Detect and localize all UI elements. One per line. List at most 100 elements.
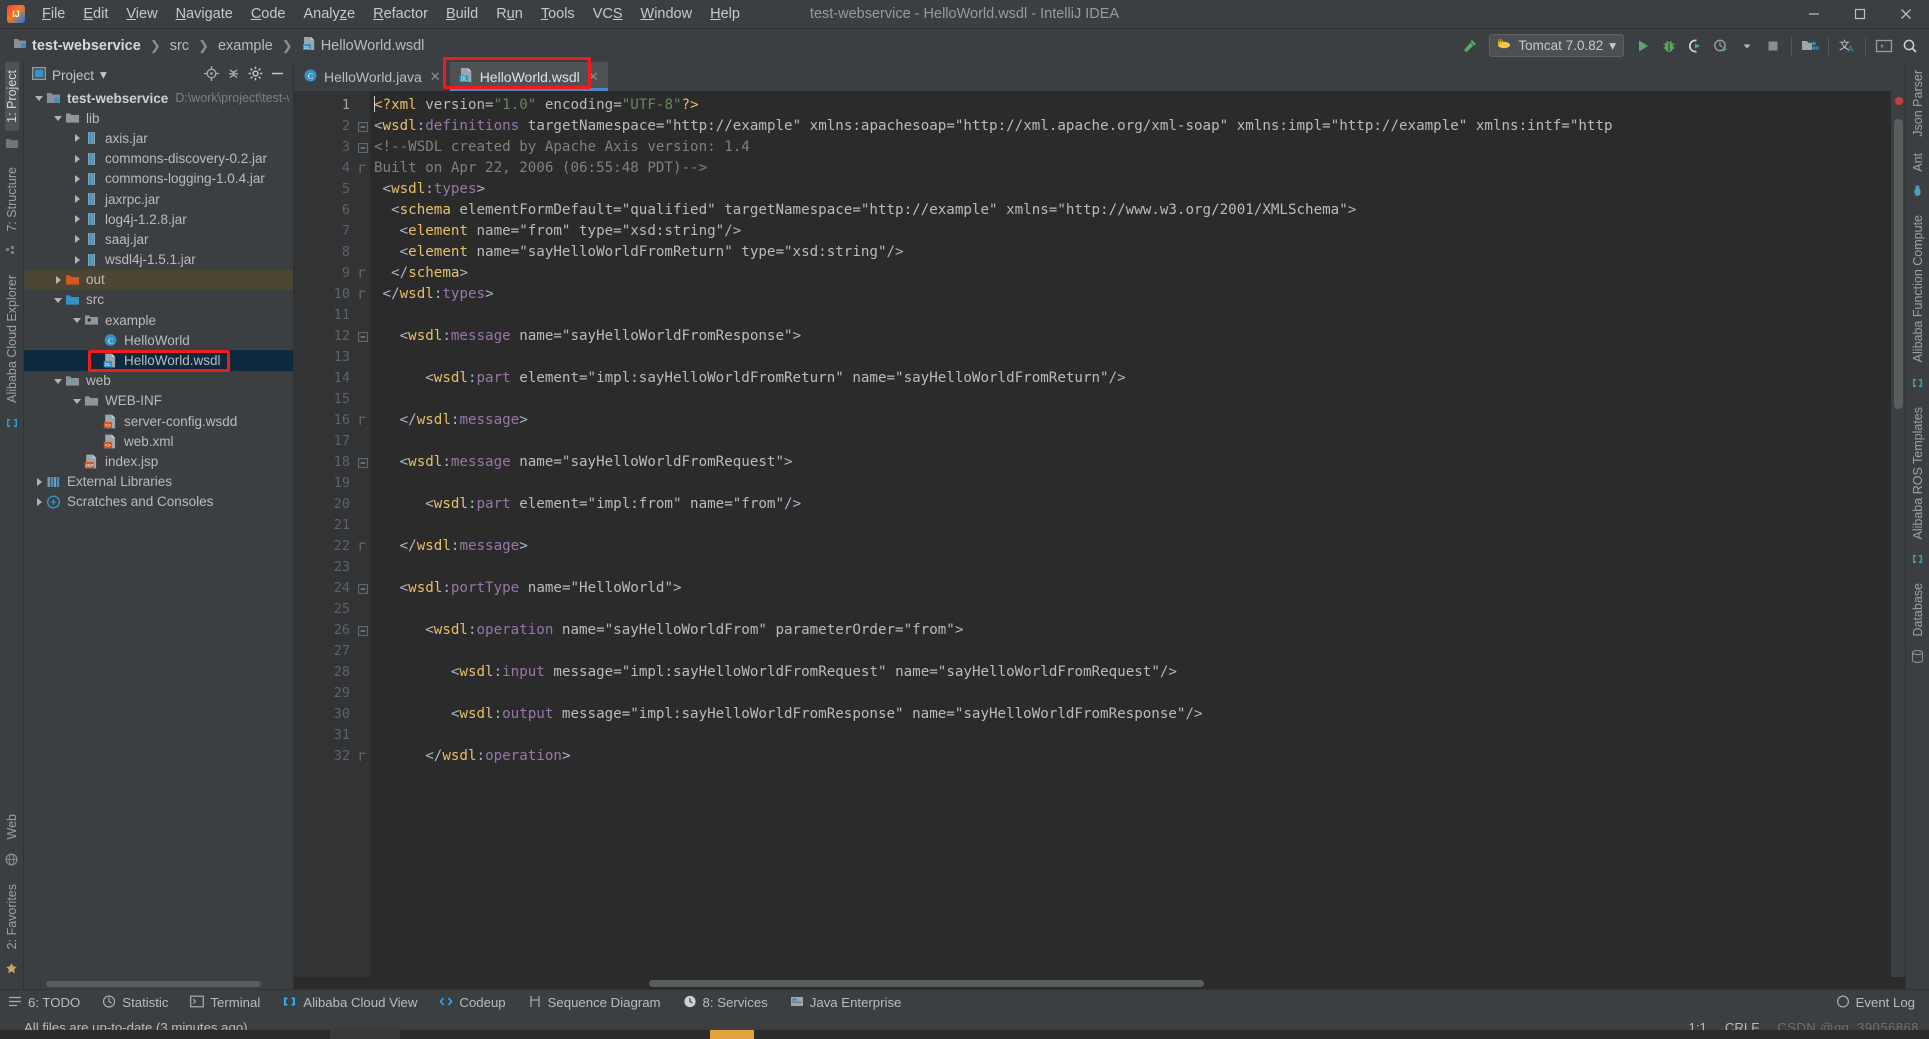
menu-view[interactable]: View <box>117 3 166 25</box>
run-with-coverage-icon[interactable] <box>1682 33 1708 59</box>
fold-collapse-icon[interactable] <box>356 578 370 599</box>
debug-icon[interactable] <box>1656 33 1682 59</box>
tree-node-test-webservice[interactable]: test-webservice D:\work\project\test-w <box>24 88 293 108</box>
tree-node-lib[interactable]: lib <box>24 108 293 128</box>
code-text-area[interactable]: <?xml version="1.0" encoding="UTF-8"?> <w… <box>370 91 1891 977</box>
tree-node-helloworld[interactable]: C HelloWorld <box>24 330 293 350</box>
chevron-right-icon[interactable] <box>32 497 45 507</box>
fold-collapse-icon[interactable] <box>356 452 370 473</box>
bottom-tab-codeup[interactable]: Codeup <box>431 990 519 1016</box>
editor-tab-helloworld-wsdl[interactable]: DL HelloWorld.wsdl ✕ <box>449 62 608 91</box>
event-log-button[interactable]: Event Log <box>1836 994 1929 1011</box>
tree-node-server-config-wsdd[interactable]: <> server-config.wsdd <box>24 411 293 431</box>
minimize-button[interactable] <box>1791 0 1837 29</box>
bottom-tab-java-enterprise[interactable]: Java Enterprise <box>782 990 916 1016</box>
bottom-tab-statistic[interactable]: Statistic <box>94 990 182 1016</box>
fold-end-icon[interactable] <box>356 284 370 305</box>
chevron-right-icon[interactable] <box>70 133 83 143</box>
fold-collapse-icon[interactable] <box>356 620 370 641</box>
chevron-down-icon[interactable] <box>51 376 64 386</box>
chevron-down-icon[interactable] <box>70 315 83 325</box>
chevron-right-icon[interactable] <box>70 194 83 204</box>
chevron-down-icon[interactable] <box>51 295 64 305</box>
editor-vscrollbar-thumb[interactable] <box>1894 119 1903 409</box>
menu-build[interactable]: Build <box>437 3 487 25</box>
fold-end-icon[interactable] <box>356 263 370 284</box>
tree-node-web-xml[interactable]: <> web.xml <box>24 431 293 451</box>
menu-window[interactable]: Window <box>632 3 702 25</box>
menu-navigate[interactable]: Navigate <box>167 3 242 25</box>
tree-node-example[interactable]: example <box>24 310 293 330</box>
close-button[interactable] <box>1883 0 1929 29</box>
tree-node-jaxrpc-jar[interactable]: jaxrpc.jar <box>24 189 293 209</box>
fold-end-icon[interactable] <box>356 746 370 767</box>
code-folding-gutter[interactable] <box>356 91 370 977</box>
fold-collapse-icon[interactable] <box>356 137 370 158</box>
chevron-down-icon[interactable] <box>51 113 64 123</box>
breadcrumb-item-project[interactable]: test-webservice <box>10 36 144 55</box>
chevron-right-icon[interactable] <box>51 275 64 285</box>
tool-window-structure[interactable]: 7: Structure <box>5 159 19 240</box>
fold-end-icon[interactable] <box>356 410 370 431</box>
menu-code[interactable]: Code <box>242 3 295 25</box>
translate-icon[interactable]: 文A <box>1834 33 1860 59</box>
menu-vcs[interactable]: VCS <box>584 3 632 25</box>
tool-window-alibaba-cloud-explorer[interactable]: Alibaba Cloud Explorer <box>5 267 19 411</box>
menu-file[interactable]: File <box>33 3 74 25</box>
tool-window-ant[interactable]: Ant <box>1911 145 1925 180</box>
chevron-right-icon[interactable] <box>70 174 83 184</box>
maximize-button[interactable] <box>1837 0 1883 29</box>
project-panel-title-group[interactable]: Project ▾ <box>32 67 107 83</box>
chevron-down-icon[interactable]: ▾ <box>100 67 107 83</box>
tool-window-favorites[interactable]: 2: Favorites <box>5 876 19 957</box>
fold-collapse-icon[interactable] <box>356 116 370 137</box>
bottom-tab-todo[interactable]: 6: TODO <box>0 990 94 1016</box>
fold-end-icon[interactable] <box>356 536 370 557</box>
run-icon[interactable] <box>1630 33 1656 59</box>
tree-node-axis-jar[interactable]: axis.jar <box>24 128 293 148</box>
fold-collapse-icon[interactable] <box>356 326 370 347</box>
tool-window-json-parser[interactable]: Json Parser <box>1911 62 1925 145</box>
menu-analyze[interactable]: Analyze <box>295 3 365 25</box>
tree-node-saaj-jar[interactable]: saaj.jar <box>24 229 293 249</box>
tree-node-web-inf[interactable]: WEB-INF <box>24 391 293 411</box>
tree-node-src[interactable]: src <box>24 290 293 310</box>
profile-icon[interactable] <box>1708 33 1734 59</box>
tree-node-wsdl4j-1-5-1-jar[interactable]: wsdl4j-1.5.1.jar <box>24 250 293 270</box>
error-marker-icon[interactable] <box>1895 97 1903 105</box>
run-configuration-selector[interactable]: Tomcat 7.0.82 ▾ <box>1489 34 1624 57</box>
fold-end-icon[interactable] <box>356 158 370 179</box>
profile-chevron-icon[interactable] <box>1734 33 1760 59</box>
project-tree[interactable]: test-webservice D:\work\project\test-w lib… <box>24 88 293 978</box>
tool-window-project[interactable]: 1: Project <box>4 62 19 131</box>
menu-edit[interactable]: Edit <box>74 3 117 25</box>
tree-node-scratches-and-consoles[interactable]: Scratches and Consoles <box>24 492 293 512</box>
hammer-icon[interactable] <box>1457 33 1483 59</box>
tree-node-helloworld-wsdl[interactable]: DL HelloWorld.wsdl <box>24 350 293 371</box>
tool-window-alibaba-function-compute[interactable]: Alibaba Function Compute <box>1911 207 1925 370</box>
breadcrumb-item-src[interactable]: src <box>167 37 192 55</box>
tree-node-commons-logging-1-0-4-jar[interactable]: commons-logging-1.0.4.jar <box>24 169 293 189</box>
settings-icon[interactable] <box>248 66 263 84</box>
chevron-right-icon[interactable] <box>70 234 83 244</box>
tree-node-web[interactable]: web <box>24 371 293 391</box>
bottom-tab-sequence-diagram[interactable]: Sequence Diagram <box>520 990 675 1016</box>
hide-icon[interactable] <box>270 66 285 84</box>
chevron-right-icon[interactable] <box>32 477 45 487</box>
chevron-right-icon[interactable] <box>70 255 83 265</box>
scrollbar-thumb[interactable] <box>46 981 261 987</box>
search-everywhere-icon[interactable] <box>1897 33 1923 59</box>
chevron-down-icon[interactable] <box>32 93 45 103</box>
menu-run[interactable]: Run <box>487 3 532 25</box>
chevron-right-icon[interactable] <box>70 214 83 224</box>
editor-hscrollbar[interactable] <box>294 977 1905 989</box>
project-structure-icon[interactable] <box>1797 33 1823 59</box>
tool-window-alibaba-ros-templates[interactable]: Alibaba ROS Templates <box>1911 399 1925 547</box>
terminal-icon[interactable] <box>1871 33 1897 59</box>
menu-tools[interactable]: Tools <box>532 3 584 25</box>
breadcrumb-item-file[interactable]: DL HelloWorld.wsdl <box>299 35 428 56</box>
tool-window-database[interactable]: Database <box>1911 575 1925 645</box>
chevron-right-icon[interactable] <box>70 154 83 164</box>
close-icon[interactable]: ✕ <box>430 69 441 85</box>
editor-marker-bar[interactable] <box>1891 91 1905 977</box>
